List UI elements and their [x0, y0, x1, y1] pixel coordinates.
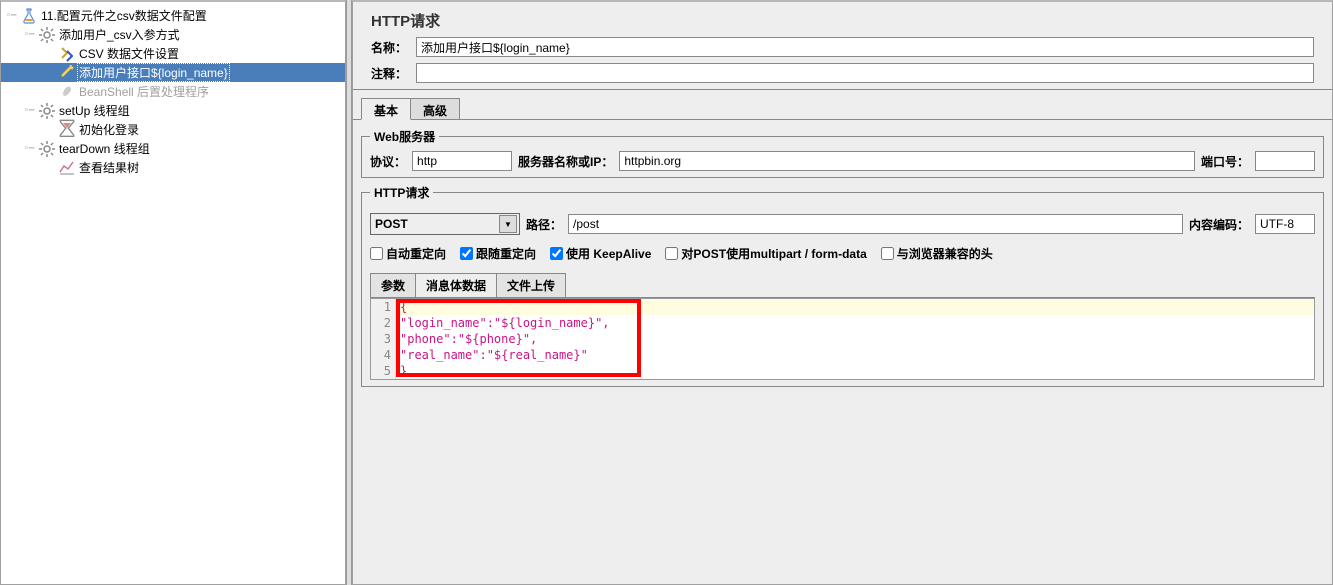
gear-icon — [39, 103, 55, 119]
tree-toggle-icon[interactable]: ◦─ — [23, 143, 35, 155]
tree-node-beanshell[interactable]: BeanShell 后置处理程序 — [1, 82, 345, 101]
browser-headers-label: 与浏览器兼容的头 — [897, 245, 993, 262]
browser-headers-checkbox[interactable] — [881, 247, 894, 260]
tree-node-label: 初始化登录 — [77, 121, 141, 138]
tree-node-label: 查看结果树 — [77, 159, 141, 176]
tree-node-label: setUp 线程组 — [57, 102, 132, 119]
code-lines[interactable]: { "login_name":"${login_name}", "phone":… — [396, 299, 1314, 379]
multipart-label: 对POST使用multipart / form-data — [681, 245, 866, 262]
tree-toggle-icon[interactable]: ◦─ — [23, 29, 35, 41]
follow-redirect-label: 跟随重定向 — [476, 245, 536, 262]
gear-icon — [39, 141, 55, 157]
path-label: 路径： — [526, 216, 562, 233]
hourglass-icon — [59, 122, 75, 138]
multipart-checkbox[interactable] — [665, 247, 678, 260]
port-label: 端口号： — [1201, 153, 1249, 170]
keepalive-label: 使用 KeepAlive — [566, 245, 651, 262]
tab-advanced[interactable]: 高级 — [410, 98, 460, 119]
server-label: 服务器名称或IP： — [518, 153, 613, 170]
tree-node-http-request[interactable]: 添加用户接口${login_name} — [1, 63, 345, 82]
method-value: POST — [375, 217, 408, 231]
tree-node-label: CSV 数据文件设置 — [77, 45, 181, 62]
tree-node-label: 11.配置元件之csv数据文件配置 — [39, 7, 209, 24]
name-label: 名称： — [371, 39, 416, 56]
encoding-input[interactable] — [1255, 214, 1315, 234]
code-line-3: "phone":"${phone}", — [400, 332, 537, 346]
protocol-input[interactable] — [412, 151, 512, 171]
tab-parameters[interactable]: 参数 — [370, 273, 416, 297]
tree-node-thread-group[interactable]: ◦─ 添加用户_csv入参方式 — [1, 25, 345, 44]
port-input[interactable] — [1255, 151, 1315, 171]
keepalive-checkbox[interactable] — [550, 247, 563, 260]
tree-node-label: 添加用户接口${login_name} — [77, 63, 230, 82]
csv-icon — [59, 46, 75, 62]
webserver-legend: Web服务器 — [370, 128, 439, 145]
name-input[interactable] — [416, 37, 1314, 57]
tree-node-teardown-thread[interactable]: ◦─ tearDown 线程组 — [1, 139, 345, 158]
tree-node-csv-config[interactable]: CSV 数据文件设置 — [1, 44, 345, 63]
auto-redirect-label: 自动重定向 — [386, 245, 446, 262]
tree-node-results-tree[interactable]: 查看结果树 — [1, 158, 345, 177]
tree-toggle-icon[interactable]: ◦─ — [5, 10, 17, 22]
tab-file-upload[interactable]: 文件上传 — [496, 273, 566, 297]
comment-label: 注释： — [371, 65, 416, 82]
follow-redirect-checkbox[interactable] — [460, 247, 473, 260]
tab-basic[interactable]: 基本 — [361, 98, 411, 120]
tree-node-setup-thread[interactable]: ◦─ setUp 线程组 — [1, 101, 345, 120]
tree-node-label: BeanShell 后置处理程序 — [77, 83, 211, 100]
tab-body-data[interactable]: 消息体数据 — [415, 273, 497, 297]
code-line-2: "login_name":"${login_name}", — [400, 316, 610, 330]
path-input[interactable] — [568, 214, 1183, 234]
code-line-5: } — [400, 364, 407, 378]
line-gutter: 12345 — [371, 299, 396, 379]
sampler-tabs: 基本 高级 — [353, 98, 1332, 120]
http-request-fieldset: HTTP请求 POST ▼ 路径： 内容编码： 自动重定向 跟随重定向 — [361, 184, 1324, 387]
protocol-label: 协议： — [370, 153, 406, 170]
test-plan-tree[interactable]: ◦─ 11.配置元件之csv数据文件配置 ◦─ 添加用户_csv入参方式 CSV… — [0, 0, 346, 585]
bean-icon — [59, 84, 75, 100]
http-request-legend: HTTP请求 — [370, 184, 433, 201]
tree-node-init-login[interactable]: 初始化登录 — [1, 120, 345, 139]
webserver-fieldset: Web服务器 协议： 服务器名称或IP： 端口号： — [361, 128, 1324, 178]
body-code-editor[interactable]: 12345 { "login_name":"${login_name}", "p… — [370, 298, 1315, 380]
tree-node-label: 添加用户_csv入参方式 — [57, 26, 182, 43]
sampler-editor-panel: HTTP请求 名称： 注释： 基本 高级 Web服务器 协议： — [352, 0, 1333, 585]
code-line-1: { — [400, 300, 407, 314]
body-tabs: 参数 消息体数据 文件上传 — [370, 273, 1315, 298]
gear-icon — [39, 27, 55, 43]
flask-icon — [21, 8, 37, 24]
comment-input[interactable] — [416, 63, 1314, 83]
pipette-icon — [59, 65, 75, 81]
auto-redirect-checkbox[interactable] — [370, 247, 383, 260]
tree-node-label: tearDown 线程组 — [57, 140, 152, 157]
code-line-4: "real_name":"${real_name}" — [400, 348, 588, 362]
page-title: HTTP请求 — [371, 10, 1314, 31]
server-input[interactable] — [619, 151, 1195, 171]
chart-icon — [59, 160, 75, 176]
method-select[interactable]: POST ▼ — [370, 213, 520, 235]
tree-node-test-plan[interactable]: ◦─ 11.配置元件之csv数据文件配置 — [1, 6, 345, 25]
tree-toggle-icon[interactable]: ◦─ — [23, 105, 35, 117]
encoding-label: 内容编码： — [1189, 216, 1249, 233]
chevron-down-icon: ▼ — [499, 215, 517, 233]
